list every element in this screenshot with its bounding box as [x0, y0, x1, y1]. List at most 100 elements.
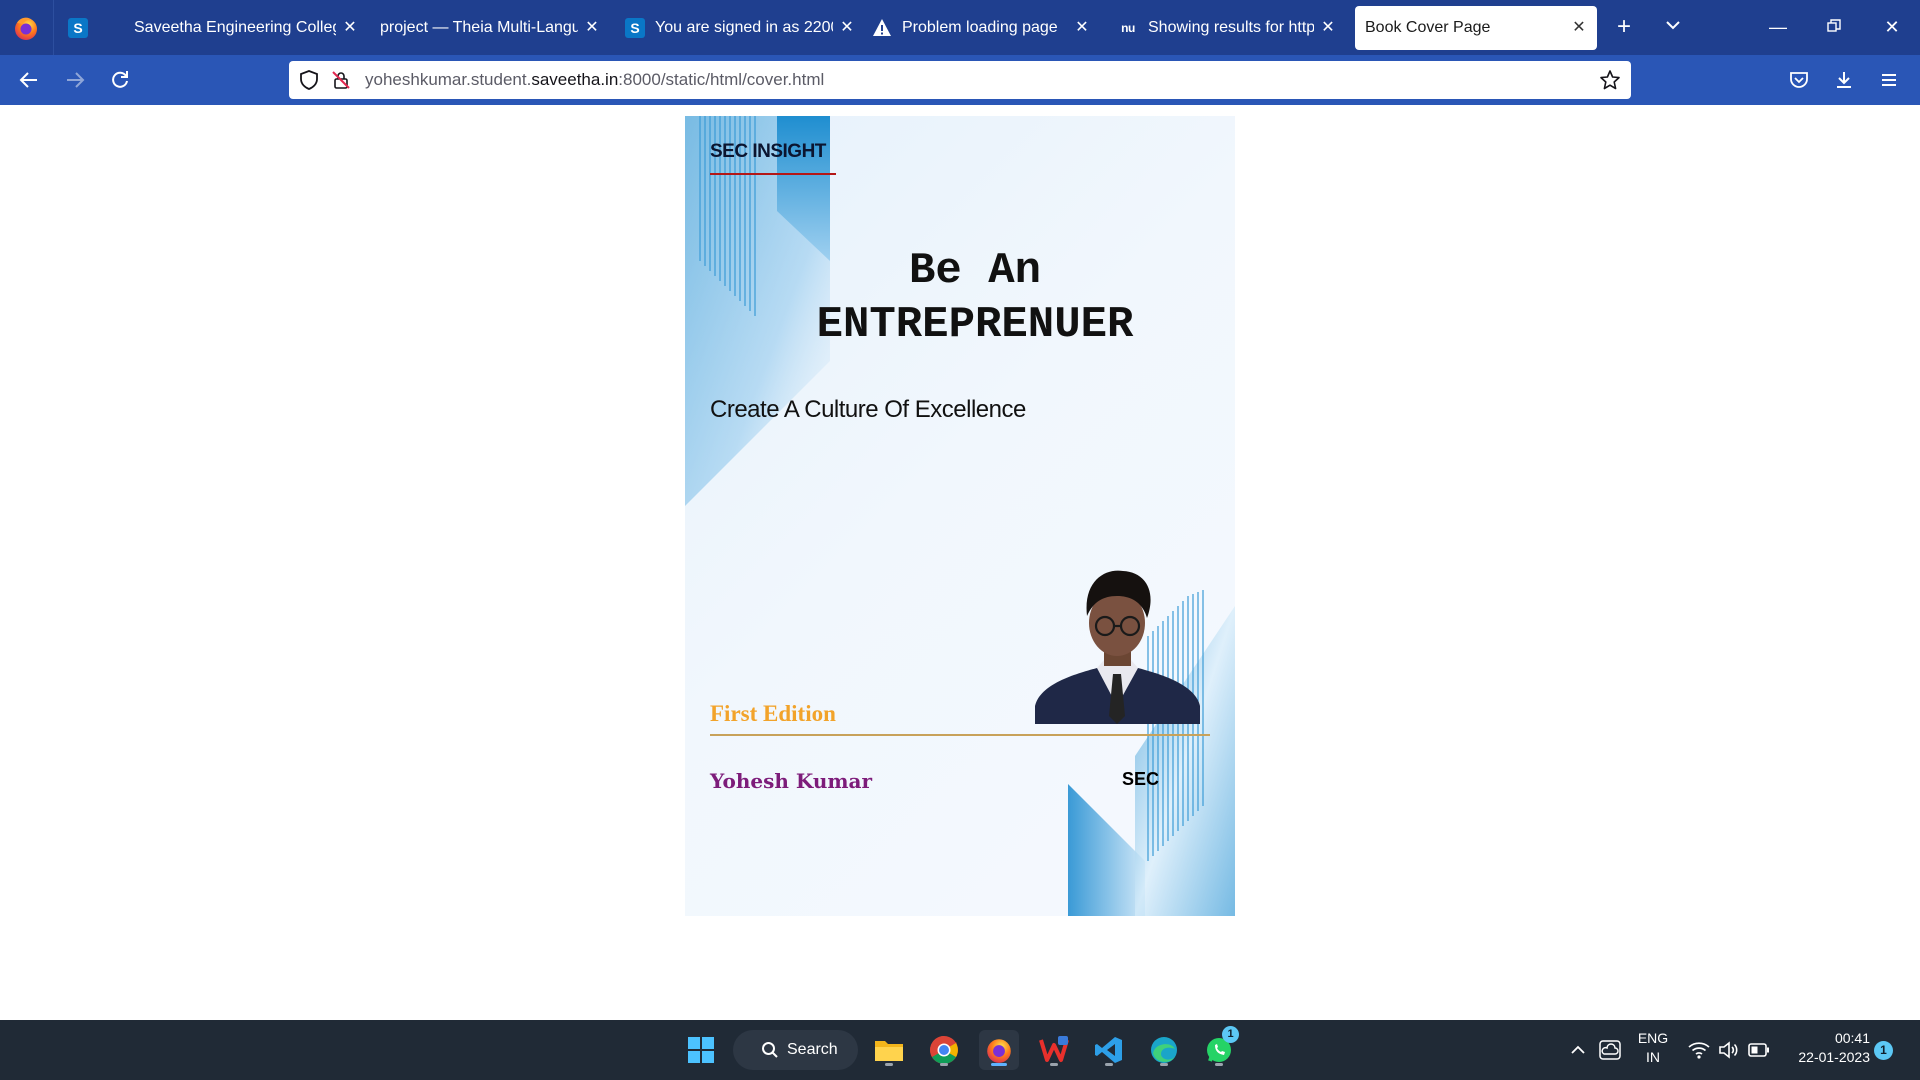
tab-title: Showing results for http://: [1148, 19, 1314, 36]
firefox-logo-icon[interactable]: [12, 14, 40, 42]
onedrive-tray[interactable]: [1593, 1030, 1627, 1070]
list-all-tabs-button[interactable]: [1658, 13, 1688, 43]
tab-book-cover-page[interactable]: Book Cover Page ✕: [1355, 6, 1597, 50]
battery-icon: [1748, 1043, 1769, 1057]
close-tab-icon[interactable]: ✕: [342, 20, 358, 36]
book-cover: SEC INSIGHT Be An ENTREPRENUER Create A …: [685, 116, 1235, 916]
saveetha-s-icon: S: [625, 18, 645, 38]
clock-date: 22-01-2023: [1798, 1049, 1870, 1065]
restore-button[interactable]: [1814, 10, 1854, 44]
app-menu-button[interactable]: [1874, 65, 1904, 95]
running-indicator: [1050, 1063, 1058, 1066]
region-code: IN: [1646, 1049, 1660, 1065]
taskbar-whatsapp[interactable]: 1: [1199, 1026, 1239, 1070]
reload-button[interactable]: [103, 63, 137, 97]
windows-taskbar: Search 1 ENG IN 00:41 22-01-2023 1: [0, 1020, 1920, 1080]
tab-saveetha[interactable]: S Saveetha Engineering College ✕: [68, 6, 358, 50]
tab-title: Book Cover Page: [1365, 19, 1491, 36]
clock-time: 00:41: [1834, 1030, 1870, 1046]
close-tab-icon[interactable]: ✕: [1320, 20, 1336, 36]
navigation-bar: yoheshkumar.student.saveetha.in:8000/sta…: [0, 55, 1920, 105]
downloads-button[interactable]: [1829, 65, 1859, 95]
close-window-button[interactable]: ✕: [1872, 10, 1912, 44]
tab-title: Saveetha Engineering College: [134, 19, 336, 36]
warning-icon: [872, 18, 892, 38]
wps-writer-icon: [1039, 1036, 1069, 1062]
speaker-icon: [1719, 1041, 1738, 1059]
taskbar-clock[interactable]: 00:41 22-01-2023: [1780, 1029, 1870, 1067]
tab-showing-results[interactable]: nu Showing results for http:// ✕: [1118, 6, 1336, 50]
restore-icon: [1827, 19, 1841, 32]
tab-title: You are signed in as 22008: [655, 19, 833, 36]
url-domain: saveetha.in: [531, 70, 619, 89]
tracking-protection-shield-icon[interactable]: [299, 70, 319, 90]
running-indicator: [940, 1063, 948, 1066]
download-icon: [1837, 72, 1851, 88]
taskbar-wps-office[interactable]: [1034, 1030, 1074, 1070]
notification-badge[interactable]: 1: [1874, 1041, 1893, 1060]
search-label: Search: [787, 1041, 838, 1058]
folder-icon: [875, 1041, 903, 1061]
close-tab-icon[interactable]: ✕: [1074, 20, 1090, 36]
address-bar[interactable]: yoheshkumar.student.saveetha.in:8000/sta…: [289, 61, 1631, 99]
edition-divider: [710, 734, 1210, 736]
tab-title: project — Theia Multi-Languag: [380, 19, 578, 36]
forward-button[interactable]: [58, 63, 92, 97]
pocket-icon: [1790, 72, 1808, 88]
taskbar-vscode[interactable]: [1089, 1030, 1129, 1070]
active-indicator: [991, 1063, 1007, 1066]
start-button[interactable]: [681, 1030, 721, 1070]
search-icon: [762, 1042, 778, 1058]
close-tab-icon[interactable]: ✕: [1571, 20, 1587, 36]
url-suffix: :8000/static/html/cover.html: [618, 70, 825, 89]
language-code: ENG: [1637, 1030, 1669, 1046]
taskbar-search-button[interactable]: Search: [733, 1030, 858, 1070]
chrome-icon: [930, 1036, 958, 1064]
pocket-button[interactable]: [1784, 65, 1814, 95]
volume-tray[interactable]: [1713, 1030, 1745, 1070]
url-prefix: yoheshkumar.student.: [365, 70, 532, 89]
taskbar-chrome[interactable]: [924, 1030, 964, 1070]
tab-bar: S Saveetha Engineering College ✕ project…: [0, 0, 1920, 55]
onedrive-cloud-icon: [1599, 1040, 1621, 1060]
hamburger-menu-icon: [1882, 74, 1896, 86]
chevron-down-icon: [1666, 21, 1680, 30]
taskbar-firefox[interactable]: [979, 1030, 1019, 1070]
tab-title: Problem loading page: [902, 19, 1058, 36]
vscode-icon: [1095, 1037, 1122, 1063]
wifi-icon: [1688, 1042, 1710, 1059]
publisher-name: SEC: [1122, 769, 1160, 789]
running-indicator: [1160, 1063, 1168, 1066]
tab-problem-loading[interactable]: Problem loading page ✕: [872, 6, 1090, 50]
show-hidden-icons-button[interactable]: [1562, 1030, 1594, 1070]
book-title-line-1: Be An: [908, 246, 1042, 296]
cover-decoration: [685, 116, 1235, 916]
new-tab-button[interactable]: +: [1609, 13, 1639, 43]
running-indicator: [1105, 1063, 1113, 1066]
edition-label: First Edition: [710, 701, 836, 726]
close-tab-icon[interactable]: ✕: [584, 20, 600, 36]
battery-tray[interactable]: [1743, 1030, 1775, 1070]
tab-theia-project[interactable]: project — Theia Multi-Languag ✕: [380, 6, 600, 50]
running-indicator: [885, 1063, 893, 1066]
close-tab-icon[interactable]: ✕: [839, 20, 855, 36]
back-button[interactable]: [12, 63, 46, 97]
book-subtitle: Create A Culture Of Excellence: [710, 396, 1026, 423]
whatsapp-badge: 1: [1222, 1026, 1239, 1043]
url-text[interactable]: yoheshkumar.student.saveetha.in:8000/sta…: [365, 70, 824, 90]
edge-icon: [1151, 1037, 1177, 1063]
tab-signed-in[interactable]: S You are signed in as 22008 ✕: [625, 6, 855, 50]
arrow-left-icon: [19, 72, 37, 88]
taskbar-file-explorer[interactable]: [869, 1030, 909, 1070]
minimize-button[interactable]: —: [1758, 10, 1798, 44]
firefox-icon: [987, 1039, 1011, 1063]
insecure-lock-icon[interactable]: [331, 70, 351, 90]
brand-underline: [710, 173, 836, 175]
saveetha-s-icon: S: [68, 18, 88, 38]
wifi-tray[interactable]: [1683, 1030, 1715, 1070]
taskbar-edge[interactable]: [1144, 1030, 1184, 1070]
arrow-right-icon: [67, 72, 85, 88]
input-language-indicator[interactable]: ENG IN: [1635, 1029, 1671, 1067]
bookmark-star-icon[interactable]: [1599, 69, 1621, 91]
book-title: Be An ENTREPRENUER: [765, 244, 1185, 352]
